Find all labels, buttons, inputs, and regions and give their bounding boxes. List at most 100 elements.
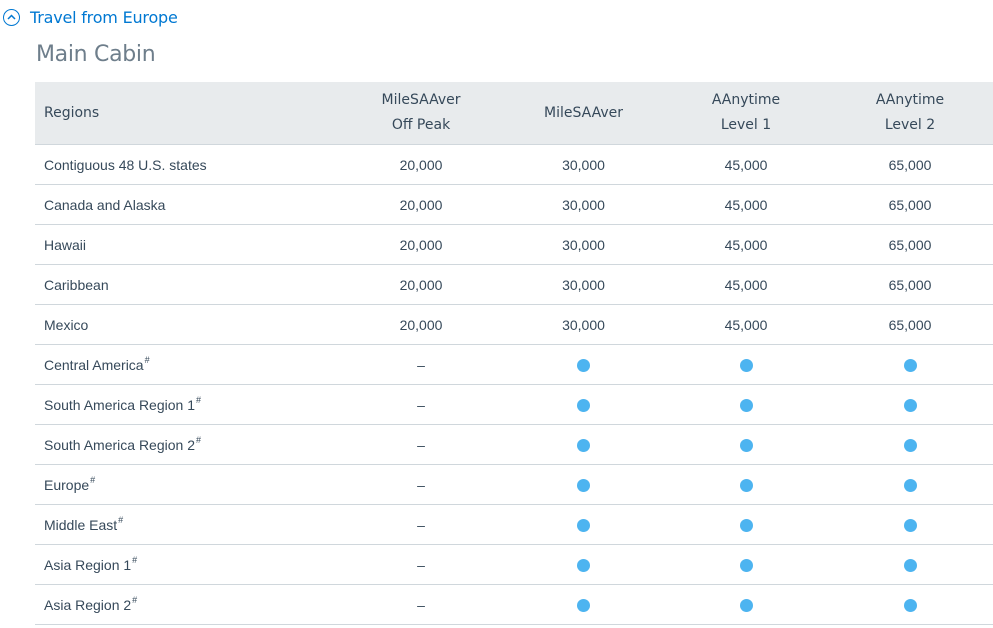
header-milesaaver: MileSAAver xyxy=(502,82,665,145)
footnote-mark: # xyxy=(118,514,124,525)
not-available-dash: – xyxy=(417,436,425,453)
availability-dot-icon xyxy=(903,399,917,413)
chevron-up-icon[interactable] xyxy=(3,8,20,26)
mileage-value: 30,000 xyxy=(562,156,605,173)
mileage-cell: 20,000 xyxy=(340,224,502,265)
mileage-value: 30,000 xyxy=(562,316,605,333)
mileage-value: 45,000 xyxy=(724,156,768,173)
availability-dot-icon xyxy=(903,439,917,453)
table-header-row: Regions MileSAAver Off Peak MileSAAver A… xyxy=(35,82,993,145)
mileage-cell: 20,000 xyxy=(340,264,502,305)
mileage-value: 65,000 xyxy=(888,276,932,293)
mileage-cell xyxy=(827,344,993,385)
footnote-mark: # xyxy=(144,354,150,365)
availability-dot-icon xyxy=(577,439,590,453)
table-row: Canada and Alaska 20,000 30,000 45,000 65,00… xyxy=(35,184,993,225)
mileage-value: 20,000 xyxy=(399,156,443,173)
mileage-cell: 65,000 xyxy=(827,264,993,305)
mileage-cell xyxy=(665,424,827,465)
availability-dot-icon xyxy=(903,599,917,613)
not-available-dash: – xyxy=(417,476,425,493)
mileage-value: 20,000 xyxy=(399,276,443,293)
mileage-cell: 20,000 xyxy=(340,184,502,225)
region-cell: Canada and Alaska xyxy=(35,184,340,225)
availability-dot-icon xyxy=(739,359,753,373)
mileage-cell: 65,000 xyxy=(827,144,993,185)
mileage-cell: 45,000 xyxy=(665,264,827,305)
region-cell: Middle East# xyxy=(35,504,340,545)
mileage-cell xyxy=(665,504,827,545)
region-cell: Asia Region 2# xyxy=(35,584,340,625)
region-name: South America Region 2 xyxy=(44,436,195,453)
region-name: Central America xyxy=(44,356,144,373)
mileage-cell: – xyxy=(340,384,502,425)
mileage-cell xyxy=(502,384,665,425)
mileage-value: 45,000 xyxy=(724,316,768,333)
header-aanytime-level-1: AAnytime Level 1 xyxy=(665,82,827,145)
availability-dot-icon xyxy=(577,359,590,373)
mileage-cell: 30,000 xyxy=(502,144,665,185)
region-name: Caribbean xyxy=(44,276,109,293)
mileage-cell xyxy=(502,544,665,585)
mileage-cell xyxy=(665,344,827,385)
table-row: South America Region 1# – xyxy=(35,384,993,425)
region-cell: South America Region 1# xyxy=(35,384,340,425)
region-cell: Caribbean xyxy=(35,264,340,305)
region-name: Contiguous 48 U.S. states xyxy=(44,156,207,173)
region-name: Canada and Alaska xyxy=(44,196,166,213)
mileage-value: 45,000 xyxy=(724,276,768,293)
mileage-cell: 20,000 xyxy=(340,304,502,345)
mileage-value: 20,000 xyxy=(399,236,443,253)
footnote-mark: # xyxy=(195,394,201,405)
not-available-dash: – xyxy=(417,596,425,613)
mileage-cell: – xyxy=(340,344,502,385)
mileage-cell: – xyxy=(340,544,502,585)
mileage-cell: 30,000 xyxy=(502,264,665,305)
mileage-value: 30,000 xyxy=(562,236,605,253)
mileage-cell xyxy=(827,544,993,585)
mileage-cell: 45,000 xyxy=(665,144,827,185)
mileage-cell: – xyxy=(340,424,502,465)
table-row: Caribbean 20,000 30,000 45,000 65,000 xyxy=(35,264,993,305)
availability-dot-icon xyxy=(577,559,590,573)
region-cell: Mexico xyxy=(35,304,340,345)
mileage-cell xyxy=(827,504,993,545)
mileage-value: 45,000 xyxy=(724,196,768,213)
award-chart-table: Regions MileSAAver Off Peak MileSAAver A… xyxy=(35,82,993,625)
footnote-mark: # xyxy=(90,474,96,485)
availability-dot-icon xyxy=(903,359,917,373)
mileage-cell: – xyxy=(340,464,502,505)
mileage-cell: 30,000 xyxy=(502,184,665,225)
mileage-cell xyxy=(665,384,827,425)
mileage-cell xyxy=(502,504,665,545)
mileage-cell xyxy=(665,584,827,625)
mileage-value: 20,000 xyxy=(399,316,443,333)
header-milesaaver-off-peak: MileSAAver Off Peak xyxy=(340,82,502,145)
mileage-value: 30,000 xyxy=(562,196,605,213)
availability-dot-icon xyxy=(739,519,753,533)
table-row: Asia Region 2# – xyxy=(35,584,993,625)
mileage-cell xyxy=(827,424,993,465)
table-row: Mexico 20,000 30,000 45,000 65,000 xyxy=(35,304,993,345)
mileage-cell: – xyxy=(340,504,502,545)
mileage-cell xyxy=(827,384,993,425)
section-title: Main Cabin xyxy=(36,42,156,67)
availability-dot-icon xyxy=(739,599,753,613)
mileage-cell: 30,000 xyxy=(502,224,665,265)
mileage-value: 65,000 xyxy=(888,236,932,253)
accordion-title[interactable]: Travel from Europe xyxy=(30,8,178,27)
mileage-cell xyxy=(827,584,993,625)
region-name: Asia Region 2 xyxy=(44,596,132,613)
mileage-cell: 65,000 xyxy=(827,184,993,225)
table-row: Central America# – xyxy=(35,344,993,385)
mileage-cell xyxy=(502,344,665,385)
region-cell: Hawaii xyxy=(35,224,340,265)
mileage-cell xyxy=(665,464,827,505)
table-row: Contiguous 48 U.S. states 20,000 30,000 45,… xyxy=(35,144,993,185)
region-cell: Europe# xyxy=(35,464,340,505)
mileage-cell xyxy=(502,424,665,465)
accordion-toggle[interactable]: Travel from Europe xyxy=(3,6,178,28)
mileage-cell: 30,000 xyxy=(502,304,665,345)
region-name: Hawaii xyxy=(44,236,87,253)
footnote-mark: # xyxy=(132,554,138,565)
